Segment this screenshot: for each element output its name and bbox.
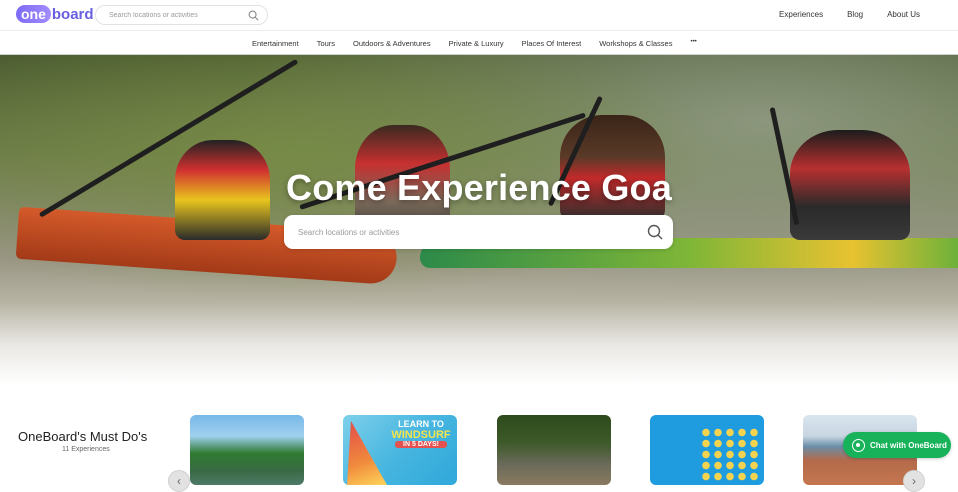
- card-text: WINDSURF: [391, 429, 451, 441]
- category-tours[interactable]: Tours: [317, 39, 335, 48]
- top-navbar: one board Experiences Blog About Us: [0, 0, 958, 30]
- category-private-luxury[interactable]: Private & Luxury: [449, 39, 504, 48]
- hero-search-input[interactable]: [298, 227, 647, 237]
- logo-text-board: board: [51, 5, 94, 23]
- oneboard-logo[interactable]: one board: [16, 4, 94, 24]
- carousel-next-button[interactable]: ›: [903, 470, 925, 492]
- card-image-grid: [700, 427, 760, 481]
- experience-card[interactable]: [650, 415, 764, 485]
- header-search-input[interactable]: [109, 11, 248, 19]
- experience-card[interactable]: [497, 415, 611, 485]
- card-text: IN 5 DAYS!: [395, 441, 447, 448]
- experience-card[interactable]: LEARN TO WINDSURF IN 5 DAYS!: [343, 415, 457, 485]
- card-text: LEARN TO: [398, 419, 444, 429]
- chat-button-label: Chat with OneBoard: [870, 440, 947, 450]
- category-entertainment[interactable]: Entertainment: [252, 39, 299, 48]
- nav-link-experiences[interactable]: Experiences: [779, 10, 823, 19]
- more-icon[interactable]: •••: [690, 39, 696, 48]
- search-icon[interactable]: [248, 10, 259, 21]
- whatsapp-icon: [852, 438, 865, 452]
- search-icon[interactable]: [647, 224, 663, 240]
- carousel-prev-button[interactable]: ‹: [168, 470, 190, 492]
- category-places-of-interest[interactable]: Places Of Interest: [522, 39, 582, 48]
- category-workshops-classes[interactable]: Workshops & Classes: [599, 39, 672, 48]
- section-title: OneBoard's Must Do's: [18, 429, 148, 444]
- experience-count: 11 Experiences: [62, 446, 110, 453]
- nav-link-about-us[interactable]: About Us: [887, 10, 920, 19]
- chevron-left-icon: ‹: [177, 474, 181, 488]
- chevron-right-icon: ›: [912, 474, 916, 488]
- header-search-box[interactable]: [95, 5, 268, 25]
- must-dos-section: OneBoard's Must Do's 11 Experiences ‹ LE…: [0, 385, 958, 492]
- hero-banner: Come Experience Goa: [0, 55, 958, 385]
- experience-card[interactable]: [190, 415, 304, 485]
- windsurf-sail-image: [347, 421, 387, 485]
- category-bar: Entertainment Tours Outdoors & Adventure…: [0, 30, 958, 55]
- hero-search-box[interactable]: [284, 215, 673, 249]
- top-links: Experiences Blog About Us: [755, 10, 920, 19]
- chat-with-oneboard-button[interactable]: Chat with OneBoard: [843, 432, 951, 458]
- logo-text-one: one: [16, 5, 51, 23]
- nav-link-blog[interactable]: Blog: [847, 10, 863, 19]
- hero-title: Come Experience Goa: [286, 167, 672, 208]
- category-outdoors-adventures[interactable]: Outdoors & Adventures: [353, 39, 431, 48]
